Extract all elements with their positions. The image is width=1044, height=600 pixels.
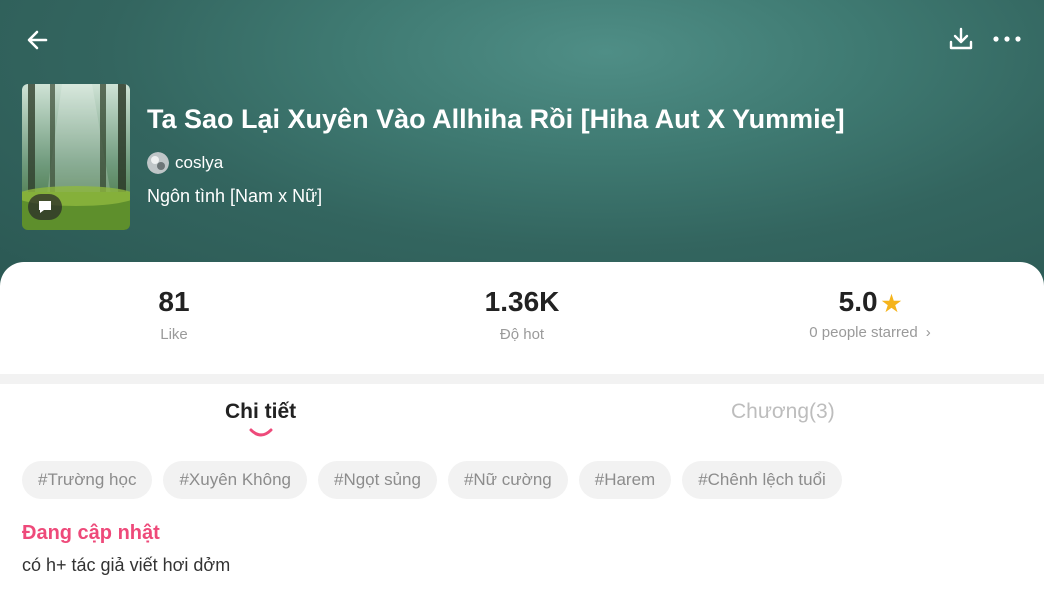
author-row[interactable]: coslya [147, 152, 223, 174]
likes-count: 81 [158, 286, 190, 317]
stats-card: 81 Like 1.36K Độ hot 5.0 ★ 0 people starr… [0, 262, 1044, 374]
tab-chapters[interactable]: Chương(3) [731, 400, 835, 424]
section-divider [0, 374, 1044, 384]
chevron-right-icon: › [925, 324, 931, 341]
likes-stat: 81 Like [124, 286, 224, 343]
download-icon[interactable] [946, 24, 976, 54]
rating-stat[interactable]: 5.0 ★ 0 people starred › [790, 286, 950, 341]
story-header: Ta Sao Lại Xuyên Vào Allhiha Rồi [Hiha A… [0, 0, 1044, 290]
tab-details[interactable]: Chi tiết [225, 400, 296, 424]
update-status: Đang cập nhật [22, 522, 160, 544]
genre-label: Ngôn tình [Nam x Nữ] [147, 186, 323, 206]
back-arrow-icon[interactable] [22, 24, 54, 56]
book-cover[interactable] [22, 84, 130, 230]
rating-count-label: 0 people starred [809, 324, 918, 341]
tag-list: #Trường học #Xuyên Không #Ngọt sủng #Nữ … [22, 461, 842, 499]
tag-chip[interactable]: #Harem [578, 461, 672, 499]
rating-count-link[interactable]: 0 people starred › [790, 324, 950, 341]
tag-chip[interactable]: #Chênh lệch tuổi [682, 461, 842, 499]
more-icon[interactable] [990, 24, 1024, 54]
story-description: có h+ tác giả viết hơi dởm [22, 555, 231, 575]
tag-chip[interactable]: #Ngọt sủng [318, 461, 437, 499]
author-name[interactable]: coslya [175, 153, 223, 173]
author-avatar [147, 152, 169, 174]
star-icon: ★ [881, 291, 902, 316]
hot-stat: 1.36K Độ hot [452, 286, 592, 343]
rating-row: 5.0 ★ [790, 286, 950, 318]
tab-active-indicator [249, 428, 273, 437]
story-title: Ta Sao Lại Xuyên Vào Allhiha Rồi [Hiha A… [147, 104, 845, 134]
tag-chip[interactable]: #Nữ cường [447, 461, 568, 499]
comment-icon [28, 194, 62, 220]
tag-chip[interactable]: #Xuyên Không [163, 461, 307, 499]
likes-label: Like [160, 326, 188, 343]
rating-value: 5.0 [838, 286, 878, 317]
hot-label: Độ hot [499, 326, 545, 343]
hot-count: 1.36K [484, 286, 560, 317]
tag-chip[interactable]: #Trường học [22, 461, 153, 499]
